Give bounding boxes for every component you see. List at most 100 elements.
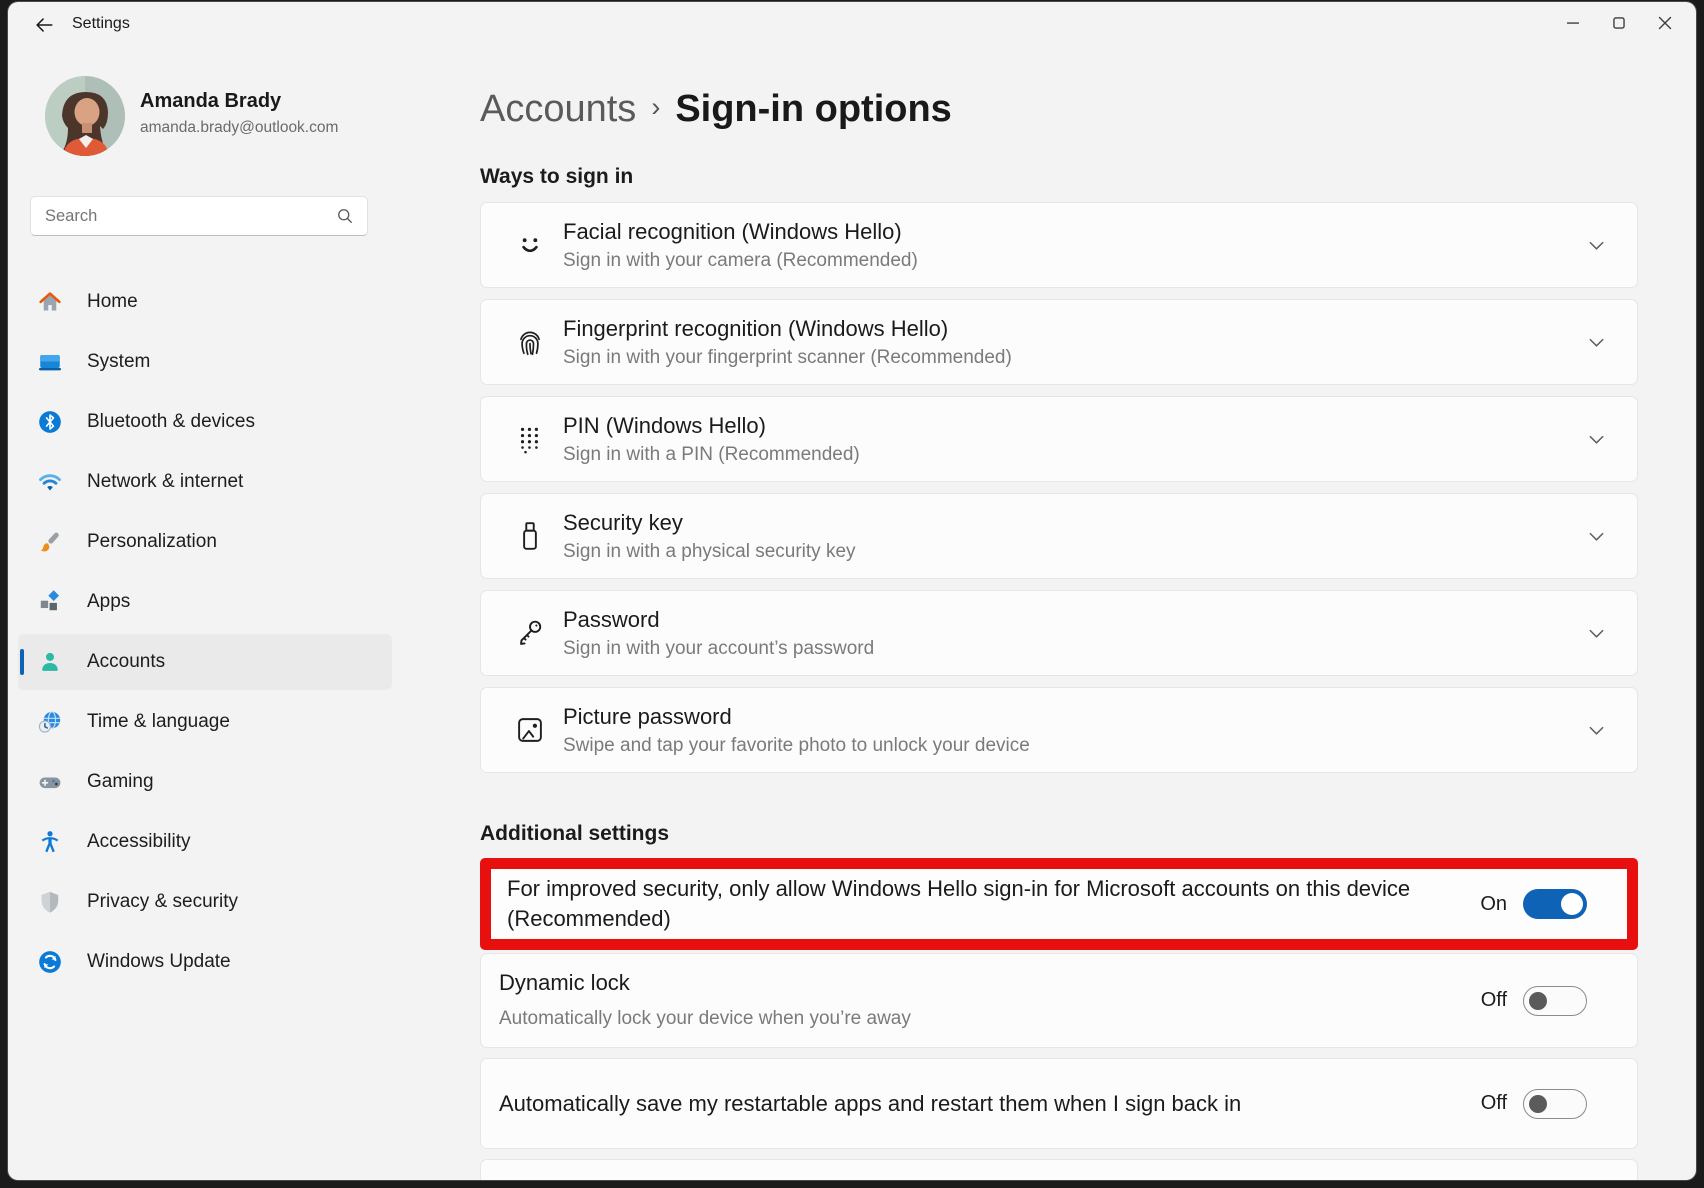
card-title: Security key bbox=[563, 510, 1586, 536]
picture-icon bbox=[514, 714, 546, 746]
toggle-state-label: On bbox=[1480, 893, 1507, 916]
chevron-down-icon[interactable] bbox=[1586, 332, 1607, 353]
card-subtitle: Sign in with your account’s password bbox=[563, 638, 1586, 660]
avatar-photo-icon bbox=[45, 76, 125, 156]
setting-row-restartable-apps: Automatically save my restartable apps a… bbox=[480, 1058, 1638, 1149]
additional-settings-heading: Additional settings bbox=[480, 822, 669, 846]
sidebar-item-personalization[interactable]: Personalization bbox=[18, 514, 392, 570]
sidebar-item-system[interactable]: System bbox=[18, 334, 392, 390]
time-language-icon bbox=[37, 709, 63, 735]
sidebar-item-label: Apps bbox=[87, 591, 130, 613]
windows-hello-toggle[interactable] bbox=[1523, 889, 1587, 919]
apps-icon bbox=[37, 589, 63, 615]
sidebar-item-label: Accessibility bbox=[87, 831, 190, 853]
minimize-button[interactable] bbox=[1550, 7, 1596, 39]
ways-to-sign-in-heading: Ways to sign in bbox=[480, 165, 633, 189]
card-picture-password[interactable]: Picture password Swipe and tap your favo… bbox=[480, 687, 1638, 773]
setting-title: Dynamic lock bbox=[499, 968, 1481, 998]
back-arrow-icon bbox=[33, 14, 55, 36]
accessibility-icon bbox=[37, 829, 63, 855]
breadcrumb-separator-icon: › bbox=[651, 92, 660, 123]
sidebar-item-accessibility[interactable]: Accessibility bbox=[18, 814, 392, 870]
sidebar-item-label: Bluetooth & devices bbox=[87, 411, 255, 433]
sidebar-item-time-language[interactable]: Time & language bbox=[18, 694, 392, 750]
network-icon bbox=[37, 469, 63, 495]
fingerprint-icon bbox=[514, 326, 546, 358]
back-button[interactable] bbox=[24, 9, 64, 41]
card-title: Picture password bbox=[563, 704, 1586, 730]
card-subtitle: Sign in with your camera (Recommended) bbox=[563, 250, 1586, 272]
chevron-down-icon[interactable] bbox=[1586, 623, 1607, 644]
breadcrumb: Accounts › Sign-in options bbox=[480, 88, 952, 131]
face-icon bbox=[514, 229, 546, 261]
dynamic-lock-toggle[interactable] bbox=[1523, 986, 1587, 1016]
accounts-icon bbox=[37, 649, 63, 675]
search-box bbox=[30, 196, 368, 236]
sidebar-item-apps[interactable]: Apps bbox=[18, 574, 392, 630]
sidebar-nav: Home System Bluetooth & devices bbox=[18, 274, 392, 994]
sidebar-item-label: Time & language bbox=[87, 711, 230, 733]
settings-window: Settings bbox=[8, 2, 1696, 1180]
card-title: Facial recognition (Windows Hello) bbox=[563, 219, 1586, 245]
setting-text: For improved security, only allow Window… bbox=[507, 874, 1480, 934]
sidebar-item-label: Privacy & security bbox=[87, 891, 238, 913]
page-title: Sign-in options bbox=[675, 88, 952, 131]
card-fingerprint-recognition[interactable]: Fingerprint recognition (Windows Hello) … bbox=[480, 299, 1638, 385]
bluetooth-icon bbox=[37, 409, 63, 435]
close-button[interactable] bbox=[1642, 7, 1688, 39]
card-password[interactable]: Password Sign in with your account’s pas… bbox=[480, 590, 1638, 676]
sidebar-item-label: Accounts bbox=[87, 651, 165, 673]
chevron-down-icon[interactable] bbox=[1586, 720, 1607, 741]
maximize-button[interactable] bbox=[1596, 7, 1642, 39]
card-security-key[interactable]: Security key Sign in with a physical sec… bbox=[480, 493, 1638, 579]
close-icon bbox=[1654, 12, 1676, 34]
toggle-state-label: Off bbox=[1481, 989, 1507, 1012]
sidebar-item-gaming[interactable]: Gaming bbox=[18, 754, 392, 810]
security-key-icon bbox=[514, 520, 546, 552]
sidebar-item-bluetooth-devices[interactable]: Bluetooth & devices bbox=[18, 394, 392, 450]
avatar bbox=[45, 76, 125, 156]
search-icon bbox=[335, 206, 355, 226]
sidebar-item-label: Home bbox=[87, 291, 138, 313]
app-title: Settings bbox=[72, 15, 130, 33]
personalization-icon bbox=[37, 529, 63, 555]
sidebar-item-network-internet[interactable]: Network & internet bbox=[18, 454, 392, 510]
sidebar-item-label: Network & internet bbox=[87, 471, 243, 493]
search-input[interactable] bbox=[43, 206, 335, 227]
chevron-down-icon[interactable] bbox=[1586, 429, 1607, 450]
gaming-icon bbox=[37, 769, 63, 795]
setting-row-windows-hello-highlighted: For improved security, only allow Window… bbox=[480, 858, 1638, 950]
setting-title: Automatically save my restartable apps a… bbox=[499, 1089, 1481, 1119]
privacy-shield-icon bbox=[37, 889, 63, 915]
pin-pad-icon bbox=[514, 423, 546, 455]
card-subtitle: Sign in with a physical security key bbox=[563, 541, 1586, 563]
restartable-apps-toggle[interactable] bbox=[1523, 1089, 1587, 1119]
setting-row-partial bbox=[480, 1159, 1638, 1180]
card-facial-recognition[interactable]: Facial recognition (Windows Hello) Sign … bbox=[480, 202, 1638, 288]
key-icon bbox=[514, 617, 546, 649]
card-subtitle: Swipe and tap your favorite photo to unl… bbox=[563, 735, 1586, 757]
profile-email: amanda.brady@outlook.com bbox=[140, 119, 338, 137]
toggle-knob bbox=[1561, 893, 1583, 915]
minimize-icon bbox=[1562, 12, 1584, 34]
sidebar-item-home[interactable]: Home bbox=[18, 274, 392, 330]
card-pin[interactable]: PIN (Windows Hello) Sign in with a PIN (… bbox=[480, 396, 1638, 482]
toggle-knob bbox=[1529, 992, 1547, 1010]
toggle-state-label: Off bbox=[1481, 1092, 1507, 1115]
windows-update-icon bbox=[37, 949, 63, 975]
window-controls bbox=[1550, 7, 1688, 39]
sidebar-item-label: System bbox=[87, 351, 150, 373]
sidebar-item-label: Windows Update bbox=[87, 951, 231, 973]
breadcrumb-accounts[interactable]: Accounts bbox=[480, 88, 636, 131]
card-subtitle: Sign in with a PIN (Recommended) bbox=[563, 444, 1586, 466]
sidebar-item-accounts[interactable]: Accounts bbox=[18, 634, 392, 690]
maximize-icon bbox=[1608, 12, 1630, 34]
profile-name: Amanda Brady bbox=[140, 90, 281, 113]
chevron-down-icon[interactable] bbox=[1586, 526, 1607, 547]
chevron-down-icon[interactable] bbox=[1586, 235, 1607, 256]
sidebar-item-privacy-security[interactable]: Privacy & security bbox=[18, 874, 392, 930]
home-icon bbox=[37, 289, 63, 315]
sidebar-item-label: Gaming bbox=[87, 771, 154, 793]
sidebar-item-windows-update[interactable]: Windows Update bbox=[18, 934, 392, 990]
sidebar-item-label: Personalization bbox=[87, 531, 217, 553]
